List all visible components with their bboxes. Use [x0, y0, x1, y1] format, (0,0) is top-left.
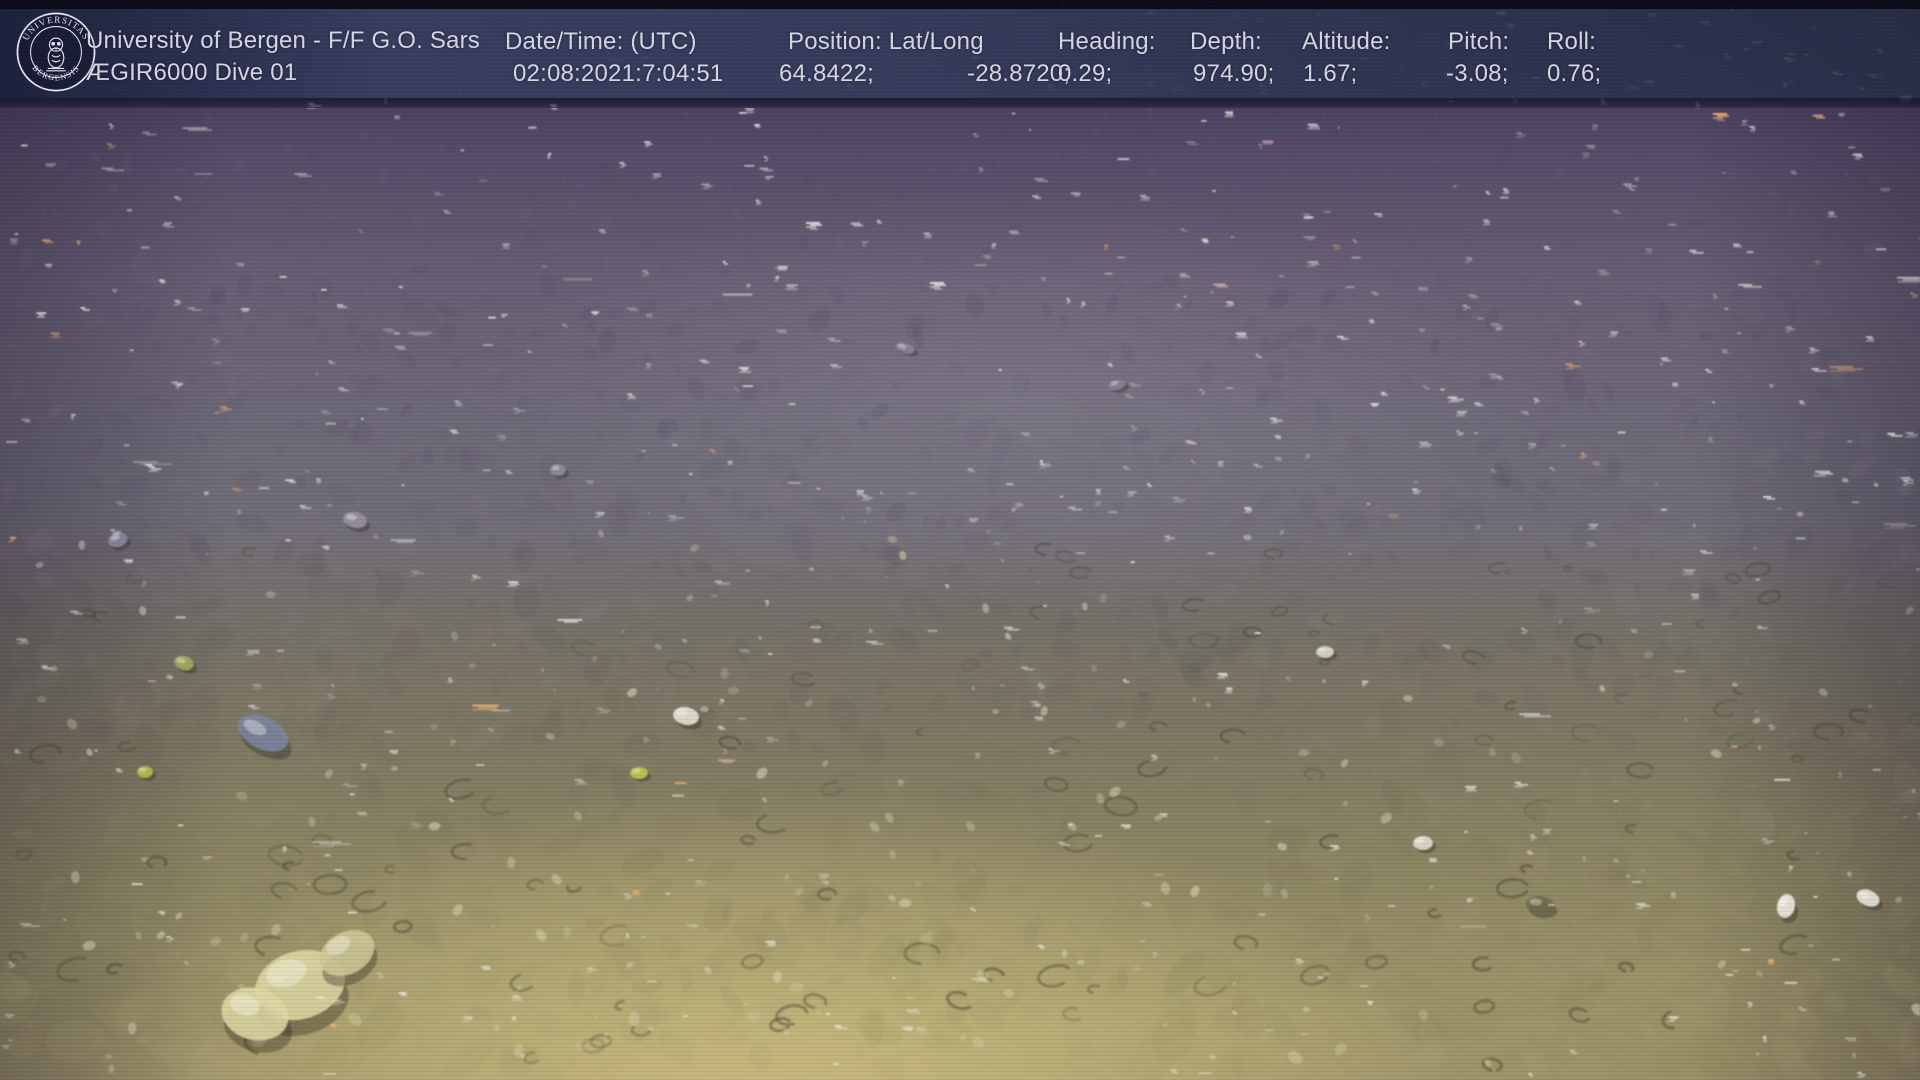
heading-value: 0.29;: [1058, 59, 1112, 89]
position-lat-value: 64.8422;: [779, 59, 874, 89]
org-name: University of Bergen - F/F G.O. Sars: [86, 25, 480, 57]
university-seal-icon: UNIVERSITAS BERGENSIS: [15, 11, 97, 93]
org-block: University of Bergen - F/F G.O. Sars ÆGI…: [86, 25, 480, 89]
depth-value: 974.90;: [1193, 59, 1274, 89]
rov-video-frame: UNIVERSITAS BERGENSIS: [0, 0, 1920, 1080]
roll-label: Roll:: [1547, 27, 1596, 57]
position-label: Position: Lat/Long: [788, 27, 984, 57]
bar-top-edge: [0, 0, 1920, 9]
datetime-label: Date/Time: (UTC): [505, 27, 697, 57]
pitch-label: Pitch:: [1448, 27, 1509, 57]
university-of-bergen-seal-logo: UNIVERSITAS BERGENSIS: [15, 11, 97, 93]
position-long-value: -28.8720;: [967, 59, 1070, 89]
seafloor-texture-and-marine-snow-canvas: [0, 0, 1920, 1080]
datetime-value: 02:08:2021:7:04:51: [513, 59, 723, 89]
telemetry-overlay-bar: UNIVERSITAS BERGENSIS: [0, 0, 1920, 107]
dive-name: ÆGIR6000 Dive 01: [86, 57, 480, 89]
pitch-value: -3.08;: [1446, 59, 1509, 89]
altitude-value: 1.67;: [1303, 59, 1357, 89]
altitude-label: Altitude:: [1302, 27, 1391, 57]
heading-label: Heading:: [1058, 27, 1156, 57]
bar-bottom-edge: [0, 98, 1920, 108]
depth-label: Depth:: [1190, 27, 1262, 57]
roll-value: 0.76;: [1547, 59, 1601, 89]
